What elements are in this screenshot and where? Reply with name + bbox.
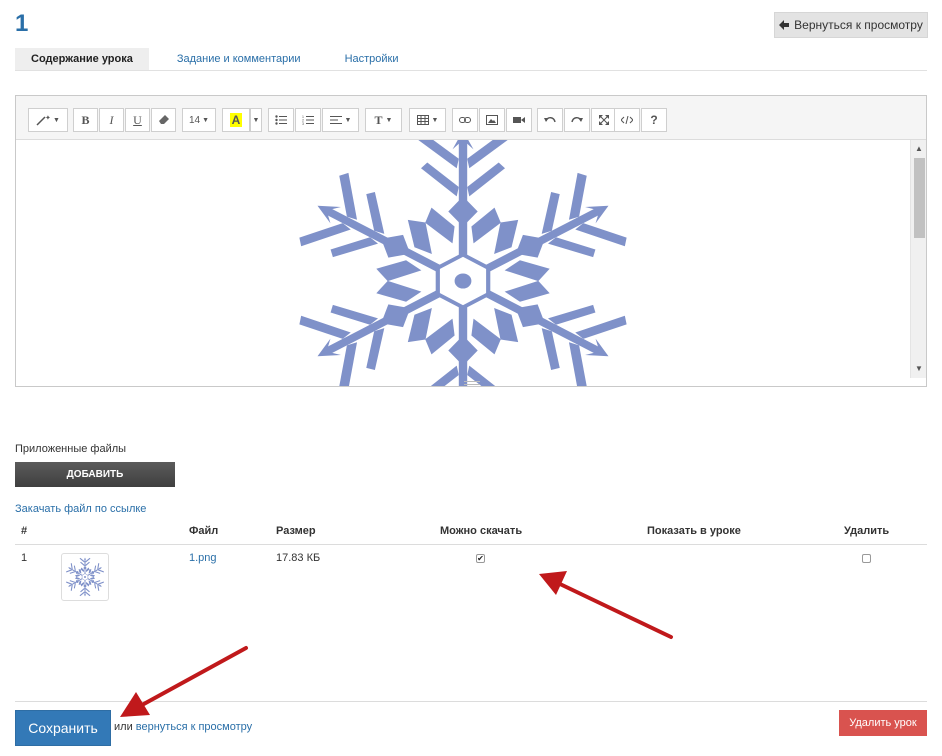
table-header: # Файл Размер Можно скачать Показать в у…: [15, 519, 927, 545]
footer-divider: [15, 701, 927, 702]
redo-button[interactable]: [564, 108, 590, 132]
code-icon: [621, 116, 633, 124]
svg-text:✦: ✦: [45, 114, 50, 122]
eraser-button[interactable]: [151, 108, 176, 132]
column-header-num: #: [21, 525, 28, 537]
code-view-button[interactable]: [614, 108, 640, 132]
editor-content[interactable]: [16, 140, 926, 386]
or-label: или: [114, 721, 133, 733]
rich-text-editor: ✦ ▼ B I U 14 ▼ A ▼ 123 ▼ T ▼ ▼ ? ▲ ▼: [15, 95, 927, 387]
editor-scrollbar[interactable]: ▲ ▼: [910, 140, 926, 378]
back-to-view-label: Вернуться к просмотру: [794, 18, 923, 32]
magic-wand-dropdown[interactable]: ✦ ▼: [28, 108, 68, 132]
text-style-icon: T: [374, 112, 383, 127]
file-thumbnail[interactable]: [61, 553, 109, 601]
help-button[interactable]: ?: [641, 108, 667, 132]
bold-button[interactable]: B: [73, 108, 98, 132]
delete-lesson-button[interactable]: Удалить урок: [839, 710, 927, 736]
numbered-list-button[interactable]: 123: [295, 108, 321, 132]
tab-assignment-comments[interactable]: Задание и комментарии: [161, 48, 317, 70]
file-size: 17.83 КБ: [276, 552, 321, 564]
eraser-icon: [158, 115, 169, 124]
column-header-size: Размер: [276, 525, 316, 537]
image-icon: [486, 115, 498, 125]
upload-by-url-link[interactable]: Закачать файл по ссылке: [15, 503, 146, 515]
editor-resize-handle[interactable]: [464, 381, 480, 385]
delete-checkbox[interactable]: [862, 554, 871, 563]
snowflake-image[interactable]: [16, 140, 926, 386]
video-icon: [513, 117, 525, 123]
tab-bar: Содержание урока Задание и комментарии Н…: [15, 48, 927, 71]
bullet-list-icon: [275, 115, 287, 125]
page-title: 1: [15, 10, 29, 37]
highlight-color-button[interactable]: A: [222, 108, 250, 132]
column-header-file: Файл: [189, 525, 219, 537]
column-header-delete: Удалить: [844, 525, 890, 537]
italic-button[interactable]: I: [99, 108, 124, 132]
video-button[interactable]: [506, 108, 532, 132]
fullscreen-icon: [599, 115, 609, 125]
magic-wand-icon: ✦: [36, 114, 50, 126]
font-size-value: 14: [188, 114, 201, 126]
back-to-view-button[interactable]: Вернуться к просмотру: [774, 12, 928, 38]
editor-toolbar: ✦ ▼ B I U 14 ▼ A ▼ 123 ▼ T ▼ ▼ ?: [16, 96, 926, 140]
scroll-up-icon[interactable]: ▲: [914, 144, 924, 154]
footer-or-text: или вернуться к просмотру: [114, 721, 252, 733]
align-dropdown[interactable]: ▼: [322, 108, 359, 132]
table-dropdown[interactable]: ▼: [409, 108, 446, 132]
row-number: 1: [21, 552, 28, 564]
link-icon: [459, 117, 471, 123]
column-header-downloadable: Можно скачать: [440, 525, 523, 537]
numbered-list-icon: 123: [302, 115, 314, 125]
bullet-list-button[interactable]: [268, 108, 294, 132]
back-to-view-link[interactable]: вернуться к просмотру: [136, 721, 252, 733]
table-icon: [416, 115, 429, 125]
highlight-icon: A: [229, 113, 243, 127]
image-button[interactable]: [479, 108, 505, 132]
snowflake-thumbnail-icon: [65, 557, 105, 597]
tab-lesson-content[interactable]: Содержание урока: [15, 48, 149, 70]
link-button[interactable]: [452, 108, 478, 132]
undo-icon: [544, 117, 556, 123]
highlight-color-dropdown[interactable]: ▼: [250, 108, 262, 132]
underline-button[interactable]: U: [125, 108, 150, 132]
text-style-dropdown[interactable]: T ▼: [365, 108, 402, 132]
file-link[interactable]: 1.png: [189, 552, 217, 564]
align-icon: [329, 116, 342, 124]
save-button[interactable]: Сохранить: [15, 710, 111, 746]
scroll-thumb[interactable]: [914, 158, 925, 238]
arrow-left-icon: [779, 20, 790, 30]
add-file-button[interactable]: ДОБАВИТЬ: [15, 462, 175, 487]
font-size-dropdown[interactable]: 14 ▼: [182, 108, 216, 132]
column-header-show-in-lesson: Показать в уроке: [647, 525, 741, 537]
svg-text:3: 3: [302, 122, 304, 125]
downloadable-checkbox[interactable]: ✔: [476, 554, 485, 563]
tab-settings[interactable]: Настройки: [329, 48, 415, 70]
attached-files-label: Приложенные файлы: [15, 443, 127, 455]
undo-button[interactable]: [537, 108, 563, 132]
scroll-down-icon[interactable]: ▼: [914, 364, 924, 374]
redo-icon: [571, 117, 583, 123]
table-row: 1 1.png 17.83 КБ ✔: [15, 545, 927, 605]
files-table: # Файл Размер Можно скачать Показать в у…: [15, 519, 927, 605]
